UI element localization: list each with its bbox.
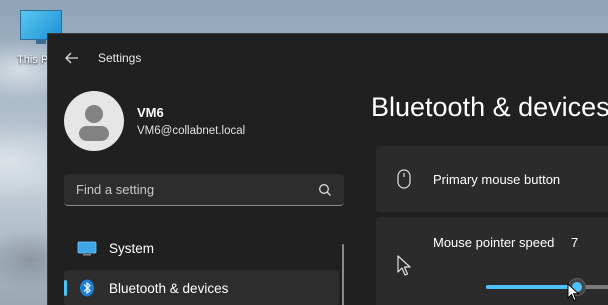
slider-fill bbox=[486, 285, 577, 289]
mouse-cursor-icon bbox=[567, 283, 580, 302]
back-arrow-icon bbox=[65, 52, 78, 64]
avatar[interactable] bbox=[64, 91, 124, 151]
sidebar-item-label: Bluetooth & devices bbox=[109, 280, 229, 296]
card-label: Primary mouse button bbox=[433, 172, 561, 187]
profile-name: VM6 bbox=[137, 105, 164, 120]
search-box[interactable] bbox=[64, 174, 344, 206]
user-icon bbox=[79, 105, 109, 141]
pointer-speed-slider[interactable] bbox=[486, 278, 608, 296]
bluetooth-icon bbox=[77, 279, 97, 297]
app-title: Settings bbox=[98, 51, 142, 65]
sidebar-scrollbar[interactable] bbox=[342, 244, 344, 305]
sidebar-item-label: System bbox=[109, 240, 155, 256]
profile-email: VM6@collabnet.local bbox=[137, 125, 246, 137]
search-icon[interactable] bbox=[318, 183, 332, 197]
back-button[interactable] bbox=[62, 48, 82, 68]
pointer-speed-value: 7 bbox=[571, 235, 579, 250]
mouse-icon bbox=[397, 169, 411, 189]
settings-window: Settings VM6 VM6@collabnet.local System bbox=[47, 33, 608, 305]
title-bar: Settings bbox=[48, 34, 608, 82]
card-label: Mouse pointer speed bbox=[433, 235, 555, 250]
system-monitor-icon bbox=[77, 240, 97, 256]
sidebar-item-bluetooth-devices[interactable]: Bluetooth & devices bbox=[64, 270, 339, 305]
selection-indicator bbox=[64, 280, 67, 296]
mouse-pointer-icon bbox=[397, 255, 411, 276]
sidebar-item-system[interactable]: System bbox=[64, 230, 339, 266]
primary-mouse-button-card[interactable]: Primary mouse button bbox=[376, 146, 608, 212]
search-input[interactable] bbox=[64, 174, 316, 204]
page-title: Bluetooth & devices bbox=[371, 92, 608, 122]
